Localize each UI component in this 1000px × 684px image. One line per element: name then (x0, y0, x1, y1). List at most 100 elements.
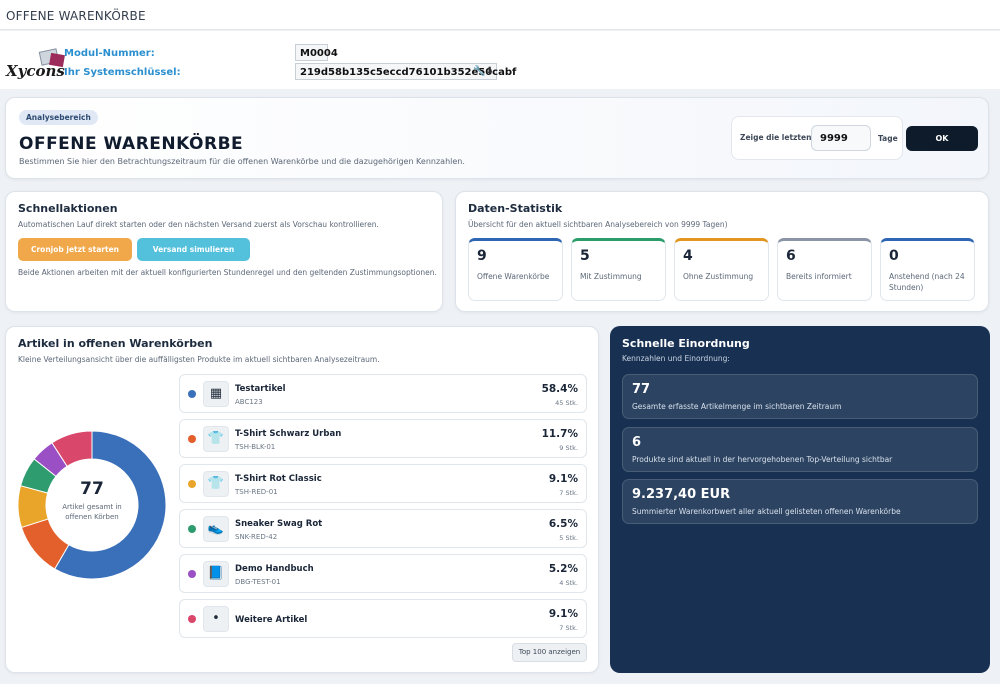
stat-label: Anstehend (nach 24 Stunden) (889, 272, 965, 292)
article-row[interactable]: 👕 T-Shirt Rot Classic TSH-RED-01 9.1% 7 … (179, 464, 587, 503)
article-percent: 9.1% (548, 473, 578, 485)
donut-center: 77 Artikel gesamt in offenen Körben (52, 465, 132, 545)
analysis-range-card: Analysebereich OFFENE WARENKÖRBE Bestimm… (5, 97, 989, 179)
page-subtitle: Bestimmen Sie hier den Betrachtungszeitr… (19, 157, 465, 166)
book-icon: 📘 (203, 561, 229, 587)
insight-kpi: 6 Produkte sind aktuell in der hervorgeh… (622, 427, 978, 472)
article-name: Weitere Artikel (235, 615, 308, 625)
article-row[interactable]: 👕 T-Shirt Schwarz Urban TSH-BLK-01 11.7%… (179, 419, 587, 458)
article-count: 9 Stk. (559, 444, 578, 452)
stat-label: Ohne Zustimmung (683, 272, 754, 281)
stat-already-informed: 6 Bereits informiert (777, 238, 872, 301)
system-key-value: 219d58b135c5eccd76101b352e50cabf (295, 63, 516, 80)
stat-value: 5 (580, 248, 590, 264)
article-count: 7 Stk. (559, 624, 578, 632)
legend-dot (188, 480, 196, 488)
article-count: 7 Stk. (559, 489, 578, 497)
logo-text: Xycons (6, 62, 65, 80)
article-count: 4 Stk. (559, 579, 578, 587)
page-title: OFFENE WARENKÖRBE (19, 134, 244, 154)
ok-button[interactable]: OK (906, 126, 978, 151)
stat-value: 9 (477, 248, 487, 264)
page-header-title: OFFENE WARENKÖRBE (6, 9, 146, 23)
legend-dot (188, 525, 196, 533)
xycons-logo: Xycons (6, 48, 65, 80)
quick-insight-panel: Schnelle Einordnung Kennzahlen und Einor… (610, 326, 990, 673)
stat-with-consent: 5 Mit Zustimmung (571, 238, 666, 301)
stat-without-consent: 4 Ohne Zustimmung (674, 238, 769, 301)
days-input[interactable]: 9999 (811, 125, 871, 151)
legend-dot (188, 570, 196, 578)
black-tshirt-icon: 👕 (203, 426, 229, 452)
article-count: 45 Stk. (555, 399, 578, 407)
article-row[interactable]: • Weitere Artikel 9.1% 7 Stk. (179, 599, 587, 638)
key-tools-icons[interactable]: 🔧⬇ (473, 66, 494, 77)
quick-actions-card: Schnellaktionen Automatischen Lauf direk… (5, 191, 443, 312)
kpi-value: 6 (632, 435, 642, 450)
sneaker-icon: 👟 (203, 516, 229, 542)
simulate-shipping-button[interactable]: Versand simulieren (137, 238, 250, 261)
stat-label: Mit Zustimmung (580, 272, 642, 281)
kpi-value: 77 (632, 382, 651, 397)
quick-actions-desc: Automatischen Lauf direkt starten oder d… (18, 220, 379, 229)
article-percent: 9.1% (548, 608, 578, 620)
placeholder-image-icon: ▦ (203, 381, 229, 407)
stats-desc: Übersicht für den aktuell sichtbaren Ana… (468, 220, 728, 229)
article-row[interactable]: 👟 Sneaker Swag Rot SNK-RED-42 6.5% 5 Stk… (179, 509, 587, 548)
red-tshirt-icon: 👕 (203, 471, 229, 497)
article-percent: 11.7% (541, 428, 578, 440)
article-percent: 6.5% (548, 518, 578, 530)
article-count: 5 Stk. (559, 534, 578, 542)
legend-dot (188, 390, 196, 398)
stat-pending: 0 Anstehend (nach 24 Stunden) (880, 238, 975, 301)
more-items-icon: • (203, 606, 229, 632)
insight-kpi: 77 Gesamte erfasste Artikelmenge im sich… (622, 374, 978, 419)
kpi-value: 9.237,40 EUR (632, 487, 731, 502)
module-number-value: M0004 (295, 44, 338, 61)
articles-desc: Kleine Verteilungsansicht über die auffä… (18, 355, 380, 364)
module-info-bar (0, 31, 1000, 89)
stats-title: Daten-Statistik (468, 202, 563, 215)
article-percent: 58.4% (541, 383, 578, 395)
article-name: T-Shirt Schwarz Urban (235, 429, 342, 439)
system-key-label: Ihr Systemschlüssel: (64, 67, 181, 78)
start-cronjob-button[interactable]: Cronjob jetzt starten (18, 238, 132, 261)
articles-card: Artikel in offenen Warenkörben Kleine Ve… (5, 326, 599, 673)
quick-actions-title: Schnellaktionen (18, 202, 118, 215)
data-statistics-card: Daten-Statistik Übersicht für den aktuel… (455, 191, 989, 312)
article-sku: TSH-RED-01 (235, 488, 278, 496)
legend-dot (188, 435, 196, 443)
insight-desc: Kennzahlen und Einordnung: (622, 354, 730, 363)
show-top-100-button[interactable]: Top 100 anzeigen (512, 643, 587, 662)
stat-open-carts: 9 Offene Warenkörbe (468, 238, 563, 301)
stat-label: Offene Warenkörbe (477, 272, 550, 281)
article-name: Testartikel (235, 384, 286, 394)
article-sku: TSH-BLK-01 (235, 443, 276, 451)
kpi-caption: Summierter Warenkorbwert aller aktuell g… (632, 507, 901, 516)
legend-dot (188, 615, 196, 623)
kpi-caption: Produkte sind aktuell in der hervorgehob… (632, 455, 893, 464)
article-row[interactable]: 📘 Demo Handbuch DBG-TEST-01 5.2% 4 Stk. (179, 554, 587, 593)
donut-chart: 77 Artikel gesamt in offenen Körben (16, 429, 168, 581)
insight-kpi: 9.237,40 EUR Summierter Warenkorbwert al… (622, 479, 978, 524)
range-label: Zeige die letzten (740, 133, 812, 142)
stat-value: 6 (786, 248, 796, 264)
stat-value: 4 (683, 248, 693, 264)
module-number-label: Modul-Nummer: (64, 48, 155, 59)
top-bar: OFFENE WARENKÖRBE (0, 0, 1000, 30)
article-name: T-Shirt Rot Classic (235, 474, 322, 484)
article-sku: DBG-TEST-01 (235, 578, 281, 586)
analysis-badge: Analysebereich (19, 110, 98, 125)
range-unit: Tage (878, 134, 898, 143)
article-row[interactable]: ▦ Testartikel ABC123 58.4% 45 Stk. (179, 374, 587, 413)
quick-actions-note: Beide Aktionen arbeiten mit der aktuell … (18, 268, 437, 277)
article-name: Sneaker Swag Rot (235, 519, 323, 529)
stat-value: 0 (889, 248, 899, 264)
article-name: Demo Handbuch (235, 564, 314, 574)
donut-total: 77 (80, 479, 104, 499)
insight-title: Schnelle Einordnung (622, 337, 750, 350)
kpi-caption: Gesamte erfasste Artikelmenge im sichtba… (632, 402, 842, 411)
stat-label: Bereits informiert (786, 272, 852, 281)
article-percent: 5.2% (548, 563, 578, 575)
range-selector: Zeige die letzten 9999 Tage (731, 116, 903, 160)
